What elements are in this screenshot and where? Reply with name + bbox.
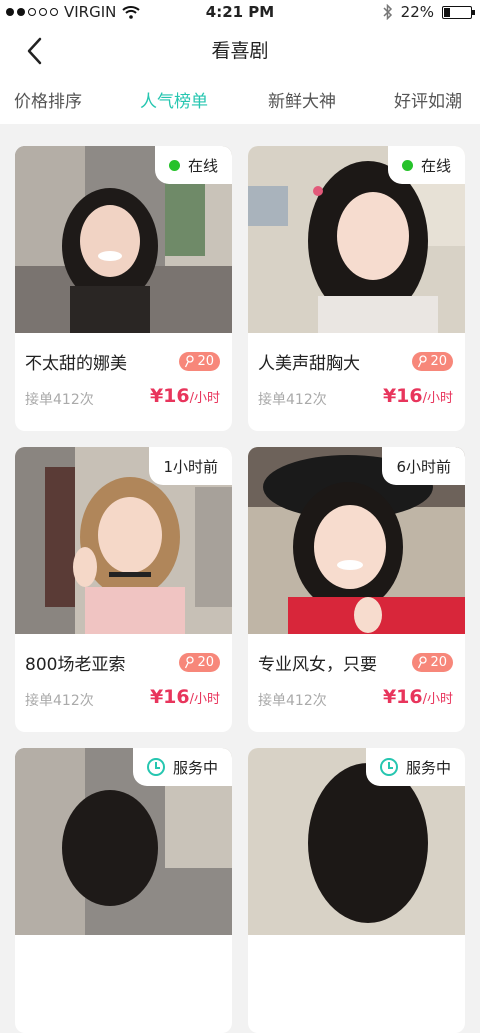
status-label: 服务中 [405,758,451,777]
tab-top-rated[interactable]: 好评如潮 [394,87,462,112]
battery-level [444,7,451,17]
price: ¥16/小时 [150,686,220,708]
nav-bar: 看喜剧 [0,24,480,76]
gift-badge: 20 [179,352,220,371]
player-card[interactable]: 服务中 [15,748,232,1033]
price: ¥16/小时 [383,385,453,407]
order-count: 接单412次 [258,693,327,709]
price-unit: /小时 [422,391,453,406]
gift-badge: 20 [412,352,453,371]
rose-icon [418,355,428,368]
gift-count: 20 [197,655,214,670]
price: ¥16/小时 [150,385,220,407]
gift-badge: 20 [412,653,453,672]
page-title: 看喜剧 [211,40,269,62]
price-value: ¥16 [149,686,190,708]
price-value: ¥16 [382,686,423,708]
price: ¥16/小时 [383,686,453,708]
player-card[interactable]: 服务中 [248,748,465,1033]
gift-count: 20 [197,354,214,369]
status-label: 服务中 [172,758,218,777]
status-label: 在线 [187,156,218,175]
status-badge: 1小时前 [149,447,232,485]
player-name: 800场老亚索 [25,655,126,675]
status-label: 1小时前 [163,457,218,476]
status-badge: 服务中 [365,748,465,786]
status-label: 6小时前 [396,457,451,476]
tab-popularity[interactable]: 人气榜单 [140,87,208,112]
rose-icon [185,355,195,368]
online-dot-icon [168,159,180,171]
status-badge: 服务中 [132,748,232,786]
clock-icon [146,758,165,776]
price-unit: /小时 [189,391,220,406]
card-grid: 在线 不太甜的娜美 20 接单412次 ¥16/小时 在线 人美声甜胸大 20 … [0,124,480,1033]
rose-icon [418,656,428,669]
price-unit: /小时 [422,692,453,707]
player-name: 人美声甜胸大 [258,354,360,374]
status-badge: 6小时前 [382,447,465,485]
price-value: ¥16 [382,385,423,407]
player-card[interactable]: 在线 人美声甜胸大 20 接单412次 ¥16/小时 [248,146,465,431]
rose-icon [185,656,195,669]
status-badge: 在线 [154,146,232,184]
tab-price-sort[interactable]: 价格排序 [14,87,82,112]
player-name: 不太甜的娜美 [25,354,127,374]
status-bar: VIRGIN 4:21 PM 22% [0,0,480,24]
player-card[interactable]: 1小时前 800场老亚索 20 接单412次 ¥16/小时 [15,447,232,732]
battery-percent: 22% [400,3,434,21]
gift-count: 20 [430,655,447,670]
bluetooth-icon [383,4,392,20]
price-value: ¥16 [149,385,190,407]
player-card[interactable]: 在线 不太甜的娜美 20 接单412次 ¥16/小时 [15,146,232,431]
status-badge: 在线 [387,146,465,184]
player-card[interactable]: 6小时前 专业风女，只要 20 接单412次 ¥16/小时 [248,447,465,732]
online-dot-icon [401,159,413,171]
gift-count: 20 [430,354,447,369]
tab-bar: 价格排序 人气榜单 新鲜大神 好评如潮 [0,76,480,124]
order-count: 接单412次 [258,392,327,408]
battery-icon [442,5,475,19]
player-name: 专业风女，只要 [258,655,377,675]
price-unit: /小时 [189,692,220,707]
status-right: 22% [383,3,475,21]
gift-badge: 20 [179,653,220,672]
order-count: 接单412次 [25,693,94,709]
clock-icon [379,758,398,776]
status-label: 在线 [420,156,451,175]
tab-new-masters[interactable]: 新鲜大神 [268,87,336,112]
order-count: 接单412次 [25,392,94,408]
